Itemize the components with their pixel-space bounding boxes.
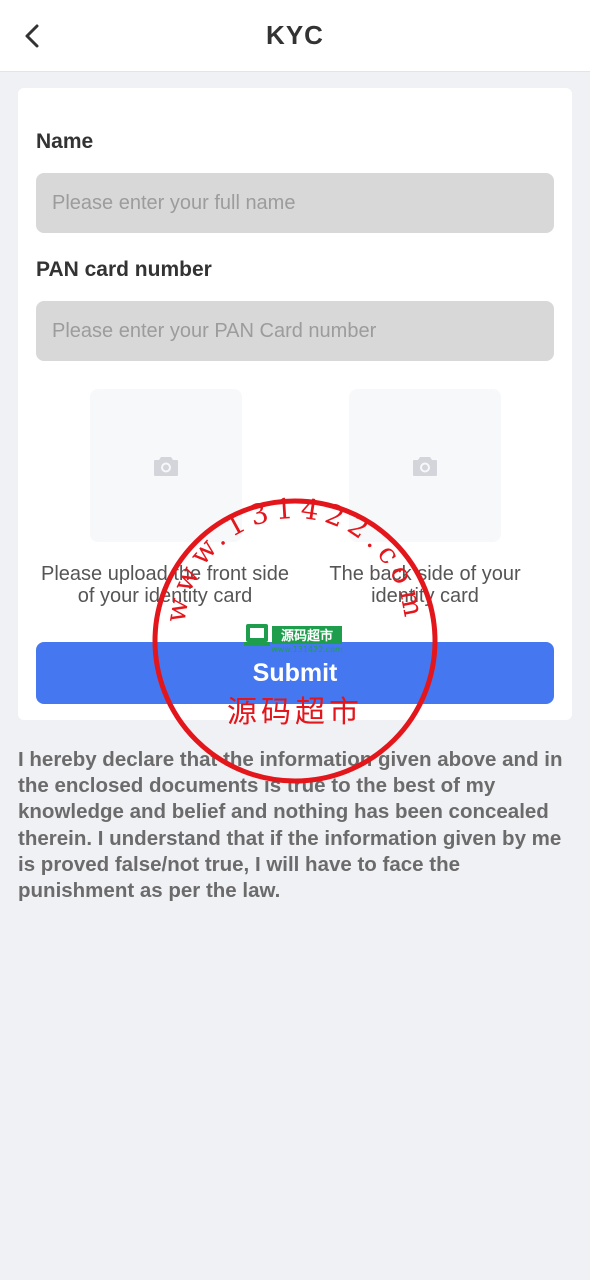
pan-input[interactable] <box>36 301 554 361</box>
name-label: Name <box>36 130 94 153</box>
page-title: KYC <box>266 20 324 50</box>
back-upload-caption: The back side of your identity card <box>329 563 521 607</box>
front-id-upload[interactable] <box>90 389 242 542</box>
front-upload-caption: Please upload the front side of your ide… <box>41 563 289 607</box>
submit-button[interactable]: Submit <box>36 642 554 704</box>
camera-icon <box>413 456 437 476</box>
declaration-text: I hereby declare that the information gi… <box>18 748 563 903</box>
kyc-form-card: Name PAN card number Please upload the f… <box>18 88 572 720</box>
pan-label: PAN card number <box>36 258 212 281</box>
back-id-upload[interactable] <box>349 389 501 542</box>
app-header: KYC <box>0 0 590 72</box>
name-input[interactable] <box>36 173 554 233</box>
camera-icon <box>154 456 178 476</box>
